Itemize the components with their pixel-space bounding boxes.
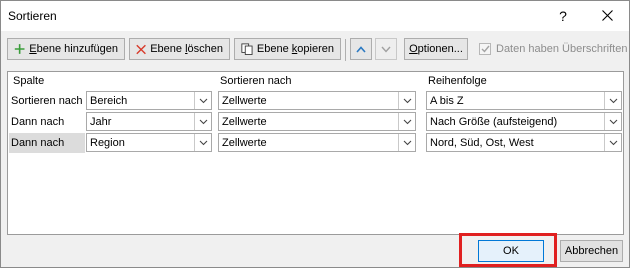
chevron-down-icon	[403, 98, 411, 103]
column-select[interactable]: Region	[86, 133, 212, 152]
sort-on-value: Zellwerte	[222, 137, 267, 149]
chevron-down-icon	[199, 140, 207, 145]
chevron-down-icon	[381, 46, 391, 53]
column-value: Region	[90, 137, 125, 149]
dropdown-arrow[interactable]	[398, 113, 415, 130]
checkmark-icon	[481, 45, 490, 53]
chevron-down-icon	[199, 98, 207, 103]
order-select[interactable]: Nord, Süd, Ost, West	[426, 133, 622, 152]
row-label: Dann nach	[11, 116, 65, 128]
close-icon	[601, 10, 613, 21]
order-value: Nord, Süd, Ost, West	[430, 137, 534, 149]
column-value: Jahr	[90, 116, 112, 128]
chevron-down-icon	[403, 140, 411, 145]
headers-checkbox[interactable]	[479, 43, 491, 55]
close-button[interactable]	[595, 5, 619, 27]
headers-checkbox-label: Daten haben Überschriften	[496, 43, 628, 55]
header-order: Reihenfolge	[428, 75, 487, 87]
copy-icon	[241, 43, 253, 55]
row-label: Dann nach	[9, 133, 85, 153]
row-label: Sortieren nach	[11, 95, 83, 107]
sort-on-select[interactable]: Zellwerte	[218, 112, 416, 131]
delete-x-icon	[136, 44, 146, 54]
chevron-down-icon	[609, 140, 617, 145]
cancel-button[interactable]: Abbrechen	[560, 240, 623, 262]
chevron-down-icon	[403, 119, 411, 124]
sort-level-row-selected[interactable]: Dann nach Region Zellwerte Nord, Süd, Os…	[8, 133, 623, 154]
chevron-down-icon	[609, 98, 617, 103]
order-select[interactable]: A bis Z	[426, 91, 622, 110]
sort-on-value: Zellwerte	[222, 116, 267, 128]
sort-level-row[interactable]: Sortieren nach Bereich Zellwerte A bis Z	[8, 91, 623, 112]
header-column: Spalte	[13, 75, 45, 87]
dropdown-arrow[interactable]	[194, 113, 211, 130]
sort-levels-grid: Spalte Sortieren nach Reihenfolge Sortie…	[7, 71, 624, 235]
sort-level-row[interactable]: Dann nach Jahr Zellwerte Nach Größe (auf…	[8, 112, 623, 133]
dropdown-arrow[interactable]	[398, 92, 415, 109]
sort-on-select[interactable]: Zellwerte	[218, 91, 416, 110]
sort-dialog: Sortieren ? Ebene hinzufügen Ebene lösch…	[0, 0, 630, 268]
order-select[interactable]: Nach Größe (aufsteigend)	[426, 112, 622, 131]
add-level-button[interactable]: Ebene hinzufügen	[7, 38, 125, 60]
dropdown-arrow[interactable]	[604, 92, 621, 109]
dropdown-arrow[interactable]	[194, 92, 211, 109]
order-value: A bis Z	[430, 95, 464, 107]
move-up-button[interactable]	[350, 38, 372, 60]
sort-on-select[interactable]: Zellwerte	[218, 133, 416, 152]
column-select[interactable]: Bereich	[86, 91, 212, 110]
header-sort-on: Sortieren nach	[220, 75, 292, 87]
dropdown-arrow[interactable]	[398, 134, 415, 151]
move-down-button[interactable]	[375, 38, 397, 60]
title-bar: Sortieren ?	[1, 1, 629, 31]
order-value: Nach Größe (aufsteigend)	[430, 116, 558, 128]
plus-icon	[14, 44, 25, 54]
ok-highlight-box	[459, 233, 557, 267]
delete-level-label: Ebene löschen	[150, 43, 223, 55]
toolbar-separator	[345, 39, 346, 61]
column-value: Bereich	[90, 95, 128, 107]
copy-level-label: Ebene kopieren	[256, 43, 334, 55]
chevron-down-icon	[199, 119, 207, 124]
dropdown-arrow[interactable]	[604, 134, 621, 151]
chevron-down-icon	[609, 119, 617, 124]
copy-level-button[interactable]: Ebene kopieren	[234, 38, 341, 60]
sort-on-value: Zellwerte	[222, 95, 267, 107]
chevron-up-icon	[356, 45, 366, 53]
delete-level-button[interactable]: Ebene löschen	[129, 38, 230, 60]
dropdown-arrow[interactable]	[604, 113, 621, 130]
help-button[interactable]: ?	[553, 5, 573, 27]
headers-checkbox-wrap[interactable]: Daten haben Überschriften	[479, 43, 627, 55]
dropdown-arrow[interactable]	[194, 134, 211, 151]
options-button[interactable]: Optionen...	[404, 38, 468, 60]
options-label: Optionen...	[409, 43, 463, 55]
dialog-title: Sortieren	[8, 9, 57, 23]
column-select[interactable]: Jahr	[86, 112, 212, 131]
add-level-label: Ebene hinzufügen	[29, 43, 118, 55]
